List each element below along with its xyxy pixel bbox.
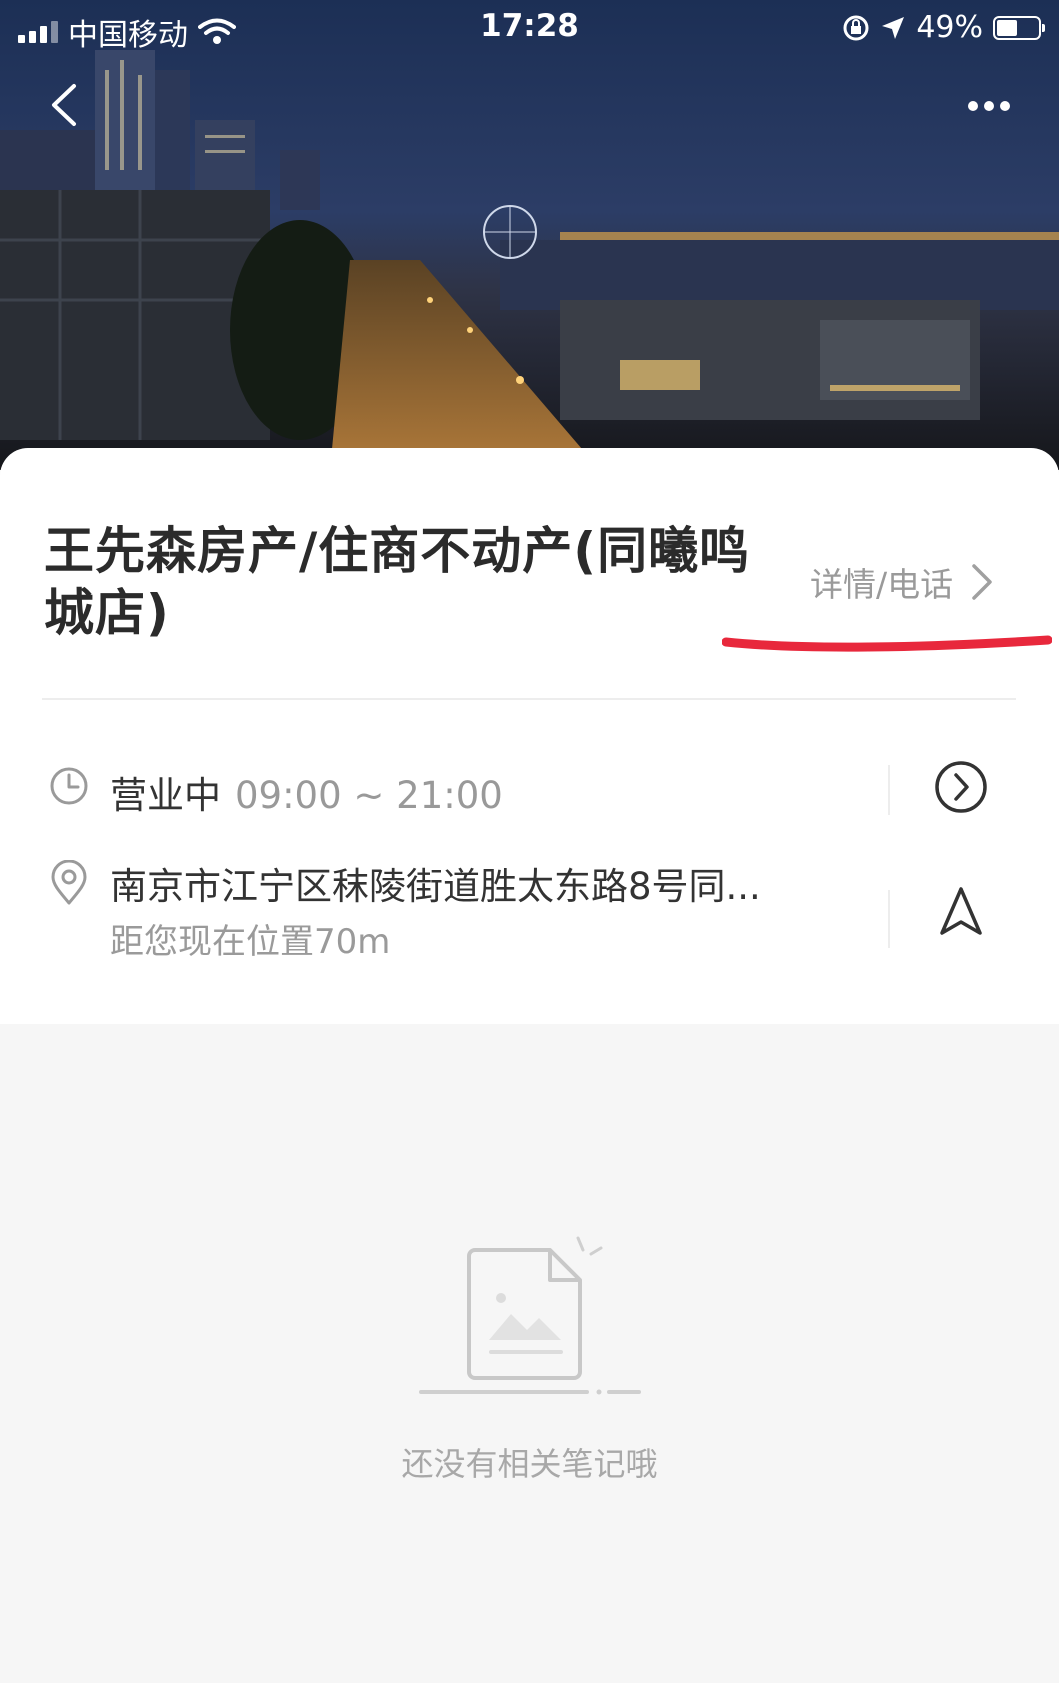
- location-pin-icon: [51, 860, 87, 905]
- address-row[interactable]: 南京市江宁区秣陵街道胜太东路8号同... 距您现在位置70m: [0, 848, 1059, 978]
- vertical-divider: [888, 890, 890, 948]
- location-arrow-icon: [882, 16, 905, 39]
- status-bar: 中国移动 17:28 49%: [0, 0, 1059, 56]
- place-title: 王先森房产/住商不动产(同曦鸣城店): [44, 522, 751, 642]
- business-hours-row[interactable]: 营业中 09:00 ~ 21:00: [0, 753, 1059, 833]
- address-text: 南京市江宁区秣陵街道胜太东路8号同...: [110, 865, 761, 908]
- detail-phone-label: 详情/电话: [810, 565, 954, 604]
- chevron-right-icon: [972, 564, 992, 600]
- empty-state-message: 还没有相关笔记哦: [401, 1445, 658, 1483]
- vertical-divider: [888, 765, 890, 815]
- navigation-arrow-icon[interactable]: [932, 883, 990, 941]
- place-info-card: 王先森房产/住商不动产(同曦鸣城店) 详情/电话 营业中 09:00 ~ 21:0…: [0, 448, 1059, 1024]
- more-button[interactable]: [959, 88, 1019, 124]
- rotation-lock-icon: [843, 15, 869, 40]
- distance-text: 距您现在位置70m: [110, 922, 391, 962]
- notes-empty-state: 还没有相关笔记哦: [0, 1024, 1059, 1683]
- red-annotation-underline: [722, 635, 1052, 652]
- hours-time: 09:00 ~ 21:00: [235, 774, 503, 817]
- header-photo: [0, 0, 1059, 470]
- hours-status: 营业中: [110, 774, 221, 817]
- chevron-circle-right-icon[interactable]: [932, 758, 990, 816]
- battery-icon: [993, 15, 1045, 40]
- clock-icon: [50, 767, 88, 805]
- chevron-left-icon: [52, 84, 76, 126]
- more-dots-icon: [968, 101, 1010, 111]
- empty-notes-illustration-icon: [419, 1236, 641, 1395]
- detail-phone-link[interactable]: 详情/电话: [810, 558, 995, 606]
- divider: [42, 698, 1016, 700]
- back-button[interactable]: [40, 80, 90, 130]
- battery-percent: 49%: [916, 10, 983, 45]
